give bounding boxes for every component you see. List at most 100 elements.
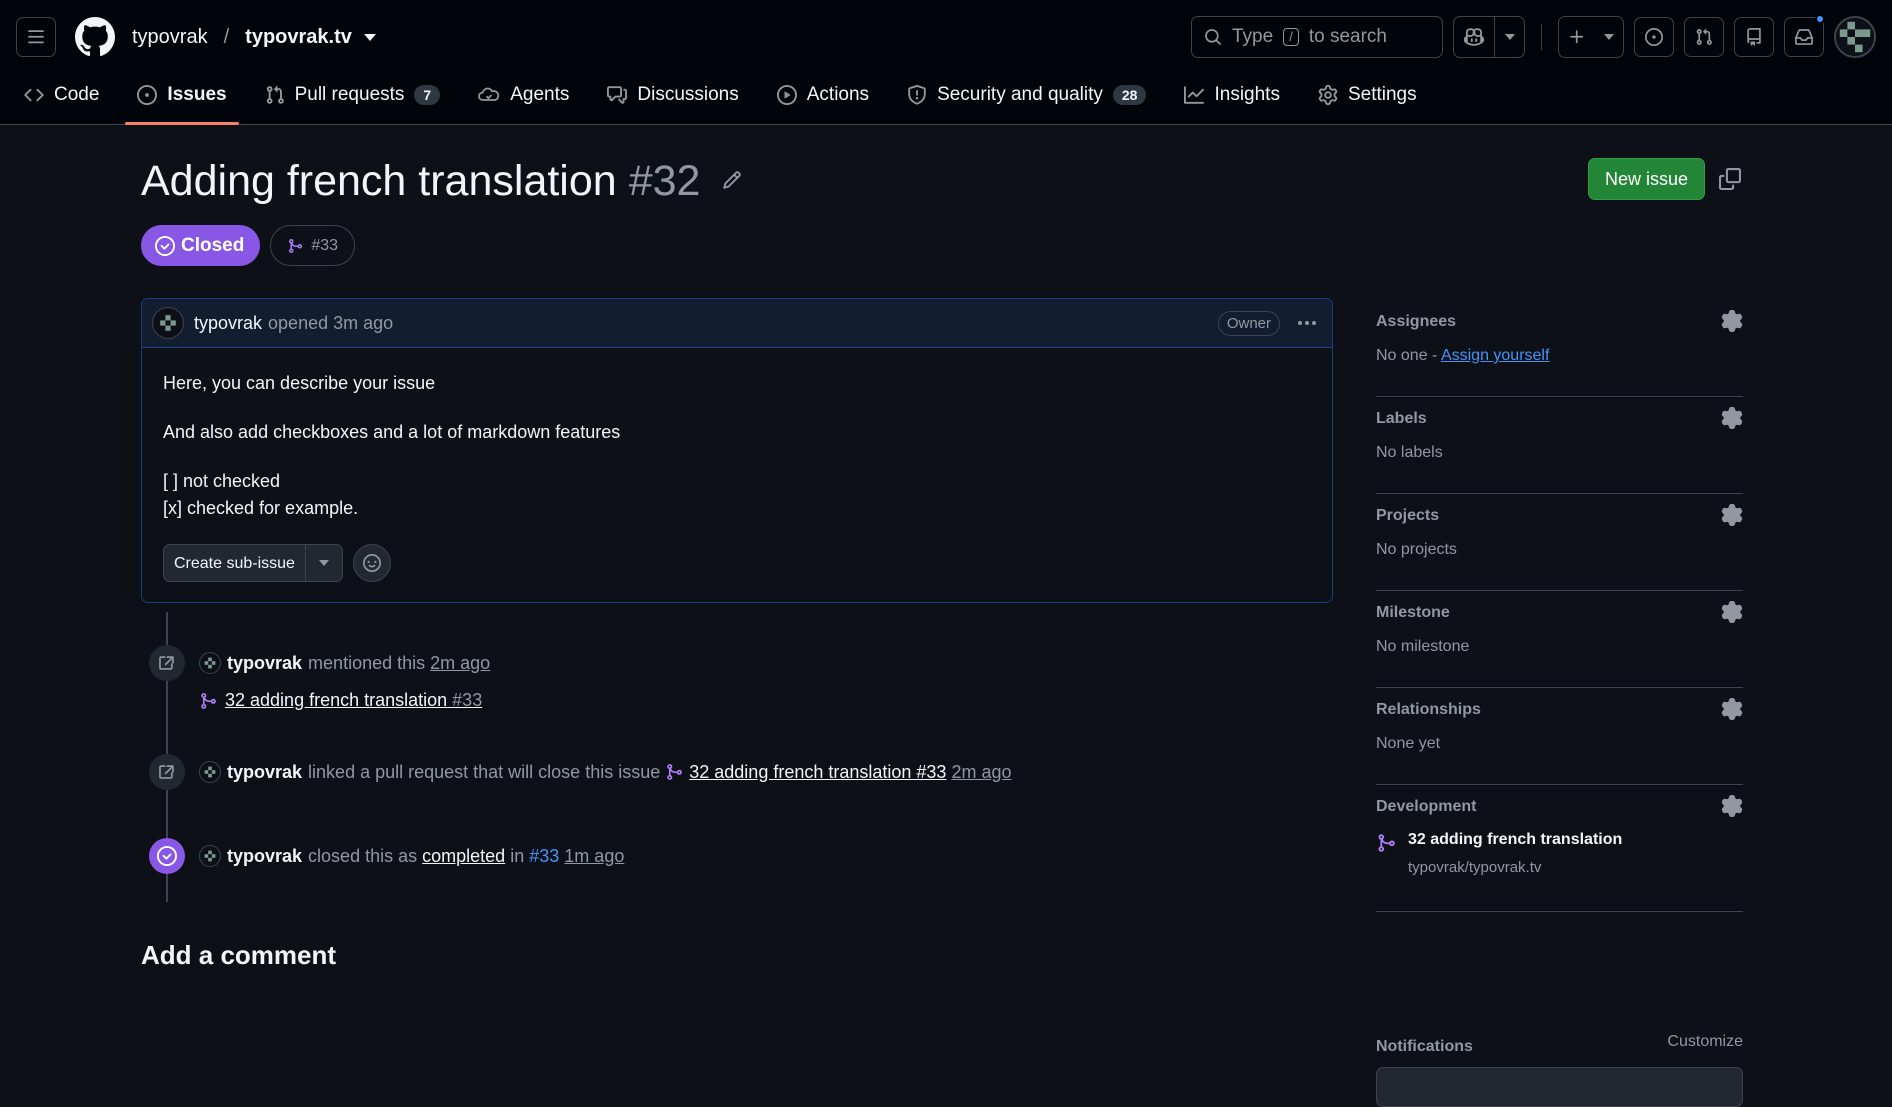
kebab-icon[interactable] — [1292, 321, 1322, 325]
tab-label: Agents — [510, 84, 570, 105]
repo-dropdown-icon[interactable] — [363, 33, 376, 41]
notification-indicator — [1815, 14, 1825, 24]
avatar[interactable] — [152, 307, 184, 339]
tab-label: Code — [54, 84, 100, 105]
pencil-icon[interactable] — [722, 170, 742, 193]
tab-discussions[interactable]: Discussions — [607, 76, 756, 114]
gear-icon[interactable] — [1721, 795, 1743, 820]
tab-label: Discussions — [637, 84, 739, 105]
issue-sidebar: Assignees No one - Assign yourself Label… — [1376, 300, 1743, 1107]
timeline-event-linked: typovrak linked a pull request that will… — [149, 754, 1012, 790]
tab-actions[interactable]: Actions — [776, 76, 887, 114]
create-sub-issue-button[interactable]: Create sub-issue — [164, 545, 306, 581]
smiley-icon[interactable] — [352, 544, 391, 582]
issue-title-row: Adding french translation #32 — [141, 157, 742, 206]
pull-requests-button[interactable] — [1684, 17, 1724, 57]
sidebar-value: No one - Assign yourself — [1376, 347, 1549, 365]
reference-title: 32 adding french translation — [225, 690, 448, 710]
divider — [1541, 24, 1542, 50]
close-reason[interactable]: completed — [422, 846, 505, 867]
sidebar-title: Relationships — [1376, 701, 1481, 718]
event-action: linked a pull request that will close th… — [308, 761, 661, 782]
repositories-button[interactable] — [1734, 17, 1774, 57]
linked-pr-link[interactable]: 32 adding french translation #33 — [689, 762, 946, 783]
sidebar-value: None yet — [1376, 735, 1441, 752]
issues-button[interactable] — [1634, 17, 1674, 57]
event-author[interactable]: typovrak — [227, 762, 302, 783]
new-issue-button[interactable]: New issue — [1588, 158, 1706, 200]
linked-pr-pill[interactable]: #33 — [270, 225, 356, 266]
create-new-split-button[interactable] — [1558, 16, 1624, 58]
git-pull-request-icon — [266, 85, 284, 104]
status-label: Closed — [181, 234, 245, 256]
event-time[interactable]: 2m ago — [430, 653, 490, 674]
search-icon — [1205, 29, 1221, 45]
development-pr-item[interactable]: 32 adding french translation typovrak/ty… — [1376, 831, 1622, 876]
git-merge-icon — [1378, 834, 1395, 852]
tab-issues[interactable]: Issues — [125, 76, 244, 125]
user-avatar[interactable] — [1834, 16, 1876, 58]
copilot-button[interactable] — [1454, 17, 1494, 57]
development-pr-title[interactable]: 32 adding french translation — [1408, 831, 1622, 849]
gear-icon[interactable] — [1721, 310, 1743, 335]
closing-pr-link[interactable]: #33 — [529, 846, 559, 867]
event-author[interactable]: typovrak — [227, 653, 302, 674]
sidebar-title: Milestone — [1376, 604, 1450, 621]
breadcrumb-repo[interactable]: typovrak.tv — [245, 26, 352, 49]
add-comment-heading: Add a comment — [141, 940, 337, 970]
comment-discussion-icon — [607, 86, 628, 104]
issue-opened-icon — [137, 85, 158, 105]
tab-security[interactable]: Security and quality 28 — [907, 76, 1164, 114]
issue-title: Adding french translation — [141, 157, 617, 205]
search-input[interactable]: Type / to search — [1191, 16, 1443, 58]
avatar[interactable] — [199, 761, 221, 783]
customize-link[interactable]: Customize — [1667, 1033, 1743, 1051]
cross-reference-icon — [149, 754, 185, 790]
event-time[interactable]: 1m ago — [564, 846, 624, 867]
issue-closed-icon — [155, 235, 175, 256]
search-shortcut: / — [1283, 28, 1299, 46]
event-time[interactable]: 2m ago — [951, 762, 1011, 783]
event-author[interactable]: typovrak — [227, 846, 302, 867]
menu-button[interactable] — [16, 17, 56, 57]
inbox-button[interactable] — [1784, 14, 1825, 57]
gear-icon[interactable] — [1721, 504, 1743, 529]
issue-state-row: Closed #33 — [141, 225, 356, 266]
copy-icon[interactable] — [1719, 168, 1741, 193]
reference-link[interactable]: 32 adding french translation #33 — [225, 690, 482, 711]
assignee-value: No one - — [1376, 347, 1438, 364]
gear-icon — [1318, 85, 1338, 105]
issue-opened-icon — [1645, 28, 1663, 46]
tab-agents[interactable]: Agents — [478, 76, 587, 114]
subscribe-button[interactable] — [1376, 1067, 1743, 1107]
comment-meta: opened 3m ago — [268, 312, 394, 333]
sidebar-value: No labels — [1376, 444, 1443, 461]
tab-code[interactable]: Code — [24, 76, 117, 114]
plus-icon[interactable] — [1559, 17, 1595, 57]
github-logo-icon[interactable] — [74, 16, 116, 58]
chevron-down-icon[interactable] — [306, 545, 342, 581]
chevron-down-icon[interactable] — [1595, 17, 1623, 57]
tab-label: Settings — [1347, 84, 1417, 105]
gear-icon[interactable] — [1721, 407, 1743, 432]
create-sub-issue-split: Create sub-issue — [163, 544, 343, 582]
gear-icon[interactable] — [1721, 601, 1743, 626]
tab-label: Issues — [167, 84, 227, 105]
tab-settings[interactable]: Settings — [1318, 76, 1435, 114]
tab-pull-requests[interactable]: Pull requests 7 — [265, 76, 459, 114]
assign-yourself-link[interactable]: Assign yourself — [1441, 347, 1550, 364]
timeline-event-mention: typovrak mentioned this 2m ago — [149, 645, 490, 681]
copilot-menu-button[interactable] — [1494, 17, 1524, 57]
comment-author[interactable]: typovrak — [194, 313, 262, 334]
graph-icon — [1184, 86, 1205, 104]
avatar[interactable] — [199, 845, 221, 867]
avatar[interactable] — [199, 652, 221, 674]
sidebar-notifications-title: Notifications — [1376, 1038, 1473, 1055]
play-icon — [776, 85, 797, 105]
breadcrumb-owner[interactable]: typovrak — [132, 26, 208, 49]
sidebar-value: No projects — [1376, 541, 1457, 558]
copilot-split-button — [1453, 16, 1525, 58]
gear-icon[interactable] — [1721, 698, 1743, 723]
status-badge: Closed — [141, 225, 261, 266]
tab-insights[interactable]: Insights — [1184, 76, 1297, 114]
